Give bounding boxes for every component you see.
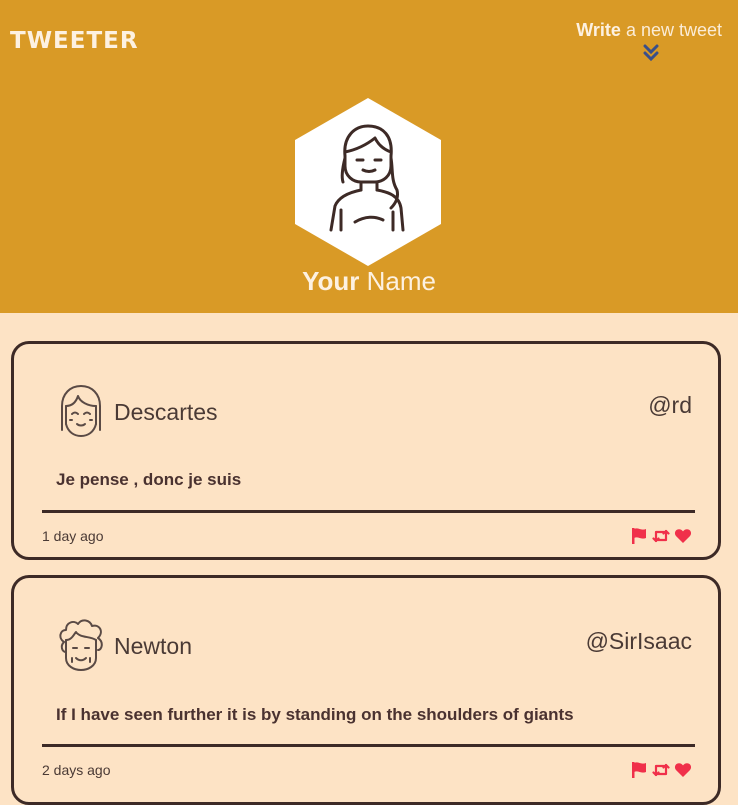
profile-name: Your Name xyxy=(0,266,738,297)
profile-header: TWEETER Write a new tweet Your Name xyxy=(0,0,738,313)
profile-name-light: Name xyxy=(359,266,436,296)
tweet-text: If I have seen further it is by standing… xyxy=(56,705,574,724)
double-chevron-down-icon[interactable] xyxy=(643,44,659,62)
tweet-author-handle[interactable]: @SirIsaac xyxy=(586,628,692,655)
author-avatar-icon xyxy=(59,619,103,671)
tweet-divider xyxy=(42,510,695,513)
heart-icon[interactable] xyxy=(674,761,692,779)
flag-icon[interactable] xyxy=(630,527,648,545)
tweet-actions xyxy=(630,527,692,545)
tweet-card: Descartes @rd Je pense , donc je suis 1 … xyxy=(11,341,721,560)
tweet-timestamp: 1 day ago xyxy=(42,528,104,544)
tweet-author-name[interactable]: Descartes xyxy=(114,399,218,426)
heart-icon[interactable] xyxy=(674,527,692,545)
tweet-text: Je pense , donc je suis xyxy=(56,470,242,489)
tweet-author-handle[interactable]: @rd xyxy=(648,392,692,419)
profile-name-bold: Your xyxy=(302,266,360,296)
tweet-divider xyxy=(42,744,695,747)
tweet-timestamp: 2 days ago xyxy=(42,762,111,778)
write-new-tweet-link[interactable]: Write a new tweet xyxy=(576,20,722,41)
write-label-bold: Write xyxy=(576,20,621,40)
write-label-light: a new tweet xyxy=(620,20,722,40)
author-avatar-icon xyxy=(61,385,101,437)
tweet-actions xyxy=(630,761,692,779)
brand-logo[interactable]: TWEETER xyxy=(10,28,139,54)
retweet-icon[interactable] xyxy=(652,527,670,545)
user-avatar xyxy=(295,98,441,266)
retweet-icon[interactable] xyxy=(652,761,670,779)
flag-icon[interactable] xyxy=(630,761,648,779)
tweet-author-name[interactable]: Newton xyxy=(114,633,192,660)
tweet-card: Newton @SirIsaac If I have seen further … xyxy=(11,575,721,805)
